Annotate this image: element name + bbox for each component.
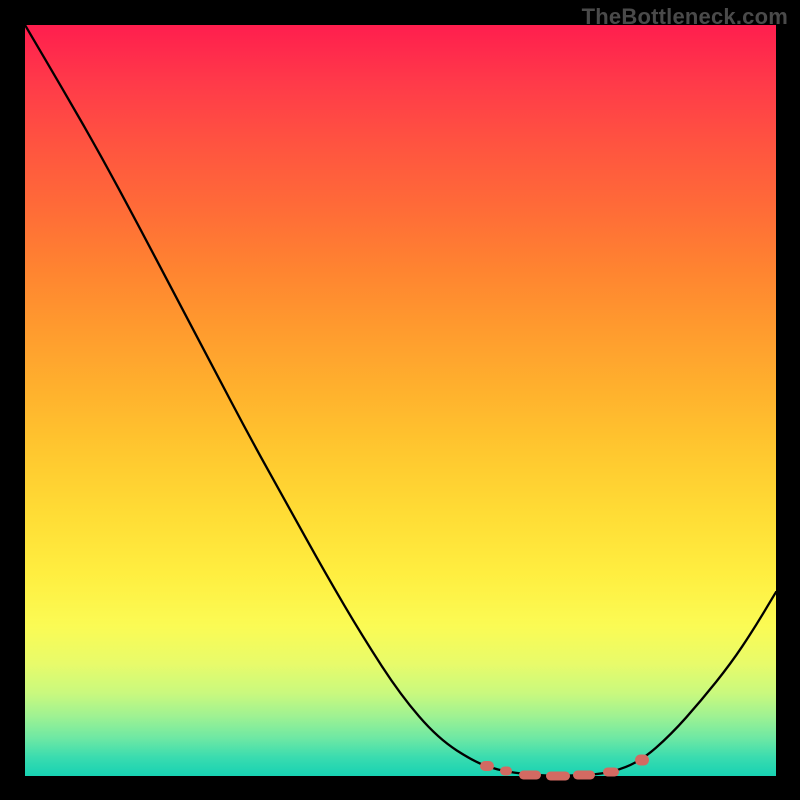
chart-frame: TheBottleneck.com [0, 0, 800, 800]
curve-layer [25, 25, 776, 776]
main-curve [25, 25, 776, 776]
watermark-text: TheBottleneck.com [582, 4, 788, 30]
plot-area [25, 25, 776, 776]
